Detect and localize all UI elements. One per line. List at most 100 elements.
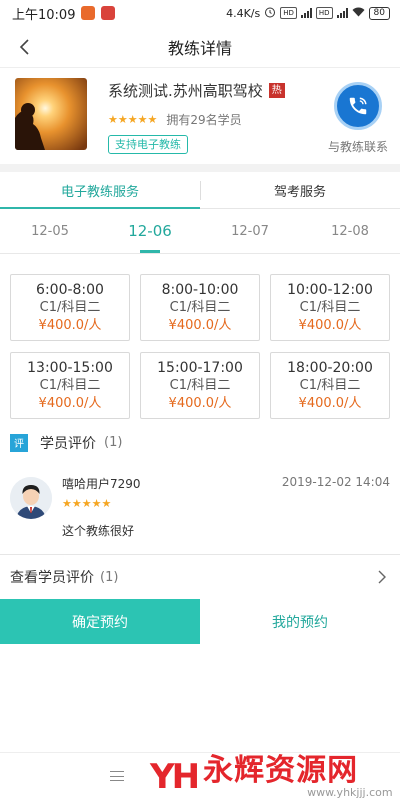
slot-price: ¥400.0/人 <box>299 395 362 413</box>
slot-price: ¥400.0/人 <box>39 317 102 335</box>
star-icon: ★ <box>147 113 158 126</box>
watermark-text: 永辉资源网 www.yhkjjj.com <box>203 755 393 799</box>
slot-price: ¥400.0/人 <box>169 317 232 335</box>
time-slot[interactable]: 18:00-20:00 C1/科目二 ¥400.0/人 <box>270 352 390 419</box>
view-all-reviews-row[interactable]: 查看学员评价 (1) <box>0 555 400 599</box>
slot-price-unit: /人 <box>214 317 232 333</box>
coach-rating-stars: ★ ★ ★ ★ ★ <box>108 114 157 125</box>
slot-price-unit: /人 <box>344 317 362 333</box>
slot-price-value: ¥400.0 <box>298 317 345 333</box>
review-text: 这个教练很好 <box>62 524 135 538</box>
signal-icon <box>300 8 312 18</box>
phone-icon <box>334 82 382 130</box>
status-time: 上午10:09 <box>12 7 76 23</box>
star-icon: ★ <box>62 497 72 510</box>
slot-time: 6:00-8:00 <box>36 281 104 298</box>
tab-exam-service[interactable]: 驾考服务 <box>200 172 400 208</box>
chevron-right-icon <box>374 569 390 585</box>
slot-time: 10:00-12:00 <box>287 281 373 298</box>
my-bookings-button[interactable]: 我的预约 <box>200 599 400 644</box>
status-bar: 上午10:09 4.4K/s HD HD 80 <box>0 0 400 26</box>
review-rating-stars: ★ ★ ★ ★ ★ <box>62 498 111 509</box>
slot-type: C1/科目二 <box>169 377 231 393</box>
slot-price: ¥400.0/人 <box>39 395 102 413</box>
coach-info: 系统测试.苏州高职驾校 热 ★ ★ ★ ★ ★ 拥有29名学员 支持电子教练 <box>108 78 285 164</box>
hd-icon-2: HD <box>315 7 333 19</box>
confirm-booking-button[interactable]: 确定预约 <box>0 599 200 644</box>
contact-coach-button[interactable]: 与教练联系 <box>326 82 390 155</box>
contact-coach-label: 与教练联系 <box>327 140 388 154</box>
service-tabs: 电子教练服务 驾考服务 <box>0 172 400 209</box>
app-notification-icon <box>81 6 96 20</box>
watermark-name: 永辉资源网 <box>203 753 359 788</box>
slot-price-value: ¥400.0 <box>168 317 215 333</box>
time-slot[interactable]: 8:00-10:00 C1/科目二 ¥400.0/人 <box>140 274 260 341</box>
star-icon: ★ <box>137 113 148 126</box>
time-slot[interactable]: 13:00-15:00 C1/科目二 ¥400.0/人 <box>10 352 130 419</box>
star-icon: ★ <box>91 497 102 510</box>
time-slot[interactable]: 6:00-8:00 C1/科目二 ¥400.0/人 <box>10 274 130 341</box>
reviews-count: (1) <box>104 435 123 450</box>
tab-e-coach-service[interactable]: 电子教练服务 <box>0 172 200 209</box>
slot-type: C1/科目二 <box>169 299 231 315</box>
coach-name-row: 系统测试.苏州高职驾校 热 <box>108 80 285 101</box>
signal-icon-2 <box>336 8 348 18</box>
review-item: 嘻哈用户7290 2019-12-02 14:04 ★ ★ ★ ★ ★ 这个教练… <box>0 460 400 555</box>
status-bar-right: 4.4K/s HD HD 80 <box>226 6 390 21</box>
coach-name: 系统测试.苏州高职驾校 <box>108 82 263 100</box>
star-icon: ★ <box>81 497 92 510</box>
date-tab[interactable]: 12-07 <box>200 209 300 253</box>
reviewer-avatar <box>10 477 52 519</box>
battery-icon: 80 <box>368 6 390 20</box>
slot-type: C1/科目二 <box>299 377 361 393</box>
time-slot-grid: 6:00-8:00 C1/科目二 ¥400.0/人 8:00-10:00 C1/… <box>0 254 400 419</box>
slot-price-unit: /人 <box>84 395 102 411</box>
slot-price-value: ¥400.0 <box>168 395 215 411</box>
watermark-url: www.yhkjjj.com <box>307 786 393 799</box>
watermark: YH 永辉资源网 www.yhkjjj.com <box>150 753 393 800</box>
network-speed: 4.4K/s <box>226 6 261 20</box>
chevron-left-icon <box>19 39 29 55</box>
page-title: 教练详情 <box>167 38 232 58</box>
reviewer-name: 嘻哈用户7290 <box>62 477 141 491</box>
reviews-header: 评 学员评价 (1) <box>0 425 400 460</box>
date-tab[interactable]: 12-08 <box>300 209 400 253</box>
nav-bar: 教练详情 <box>0 26 400 68</box>
date-selector: 12-05 12-06 12-07 12-08 <box>0 209 400 254</box>
date-tab-selected[interactable]: 12-06 <box>100 209 200 253</box>
slot-type: C1/科目二 <box>39 299 101 315</box>
coach-card: 系统测试.苏州高职驾校 热 ★ ★ ★ ★ ★ 拥有29名学员 支持电子教练 与… <box>0 68 400 164</box>
section-divider <box>0 164 400 172</box>
hd-icon: HD <box>280 7 297 19</box>
menu-icon[interactable] <box>110 769 124 783</box>
slot-price-unit: /人 <box>214 395 232 411</box>
slot-price-value: ¥400.0 <box>38 395 85 411</box>
view-all-reviews-count: (1) <box>100 569 119 585</box>
time-slot[interactable]: 15:00-17:00 C1/科目二 ¥400.0/人 <box>140 352 260 419</box>
slot-price-value: ¥400.0 <box>38 317 85 333</box>
system-nav-bar: YH 永辉资源网 www.yhkjjj.com <box>0 752 400 800</box>
coach-avatar <box>15 78 87 150</box>
slot-time: 13:00-15:00 <box>27 359 113 376</box>
star-icon: ★ <box>117 113 128 126</box>
slot-type: C1/科目二 <box>39 377 101 393</box>
date-tab[interactable]: 12-05 <box>0 209 100 253</box>
slot-price: ¥400.0/人 <box>169 395 232 413</box>
wifi-icon <box>352 7 365 20</box>
support-e-coach-tag: 支持电子教练 <box>108 135 188 154</box>
slot-price-unit: /人 <box>344 395 362 411</box>
star-icon: ★ <box>101 497 112 510</box>
slot-time: 8:00-10:00 <box>161 281 239 298</box>
slot-price-value: ¥400.0 <box>298 395 345 411</box>
star-icon: ★ <box>127 113 138 126</box>
slot-time: 15:00-17:00 <box>157 359 243 376</box>
coach-rating-row: ★ ★ ★ ★ ★ 拥有29名学员 <box>108 111 285 128</box>
time-slot[interactable]: 10:00-12:00 C1/科目二 ¥400.0/人 <box>270 274 390 341</box>
student-count: 拥有29名学员 <box>166 113 242 127</box>
alarm-icon <box>264 6 276 21</box>
star-icon: ★ <box>108 113 118 126</box>
watermark-logo: YH <box>150 757 200 797</box>
back-button[interactable] <box>12 35 36 59</box>
reviews-title: 学员评价 <box>40 435 96 452</box>
review-badge-icon: 评 <box>10 433 28 452</box>
